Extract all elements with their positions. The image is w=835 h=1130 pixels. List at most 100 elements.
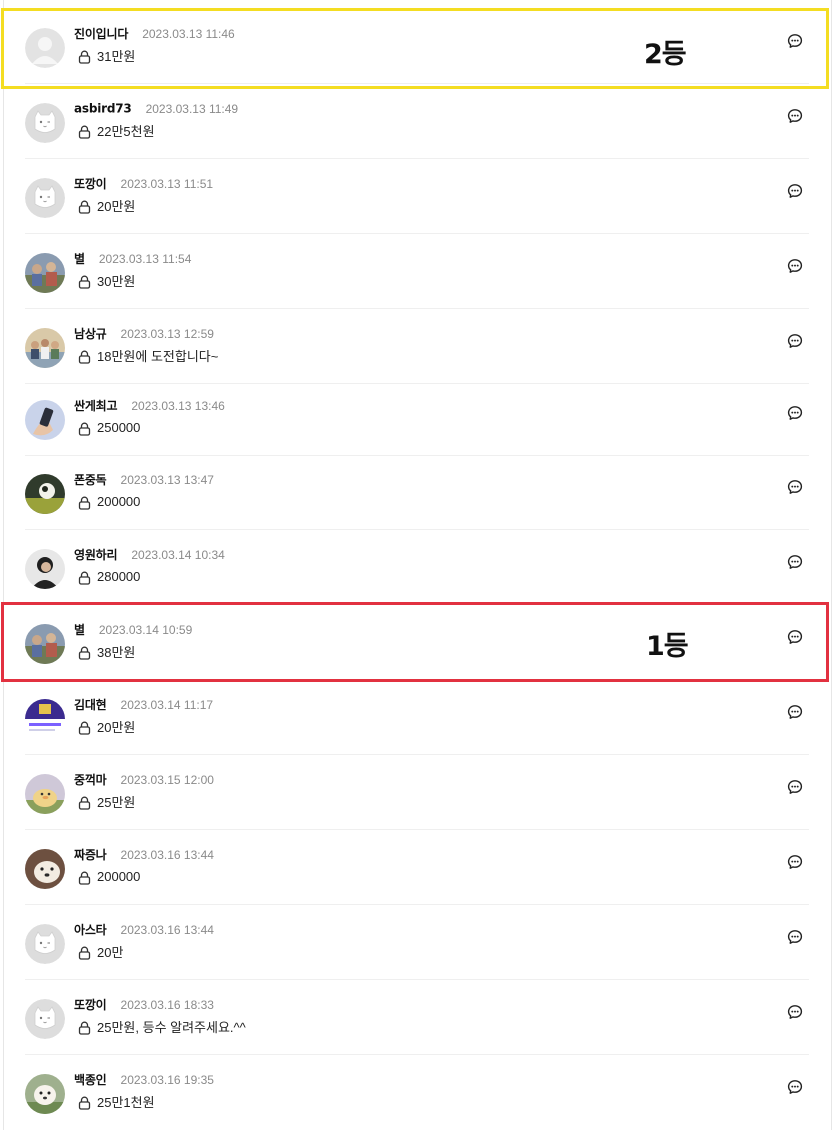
- comment-text: 25만1천원: [97, 1095, 155, 1110]
- second-place-label: 2등: [644, 39, 687, 70]
- avatar[interactable]: [25, 924, 65, 964]
- lock-icon: [78, 495, 91, 510]
- comment-text: 25만원: [97, 795, 136, 810]
- author-name[interactable]: 짜증나: [74, 848, 107, 862]
- comment-meta: 아스타 2023.03.16 13:44: [74, 919, 214, 938]
- speech-bubble-icon[interactable]: [787, 1079, 803, 1095]
- avatar[interactable]: [25, 103, 65, 143]
- avatar[interactable]: [25, 549, 65, 589]
- comment-meta: asbird73 2023.03.13 11:49: [74, 98, 238, 116]
- comment-meta: 진이입니다 2023.03.13 11:46: [74, 23, 235, 42]
- avatar[interactable]: [25, 699, 65, 739]
- lock-icon: [78, 349, 91, 364]
- speech-bubble-icon[interactable]: [787, 108, 803, 124]
- comment-body: 18만원에 도전합니다~: [78, 345, 218, 364]
- comment-row: 중꺽마 2023.03.15 12:00 25만원: [25, 755, 809, 830]
- speech-bubble-icon[interactable]: [787, 554, 803, 570]
- comment-meta: 김대현 2023.03.14 11:17: [74, 694, 214, 713]
- lock-icon: [78, 720, 91, 735]
- comment-meta: 별 2023.03.14 10:59: [74, 619, 193, 638]
- avatar[interactable]: [25, 28, 65, 68]
- lock-icon: [78, 421, 91, 436]
- lock-icon: [78, 1095, 91, 1110]
- speech-bubble-icon[interactable]: [787, 704, 803, 720]
- comment-row: 김대현 2023.03.14 11:17 20만원: [25, 680, 809, 755]
- comment-body: 38만원: [78, 641, 136, 660]
- lock-icon: [78, 49, 91, 64]
- author-name[interactable]: 싼게최고: [74, 399, 118, 413]
- author-name[interactable]: 폰중독: [74, 473, 107, 487]
- comment-row: 별 2023.03.13 11:54 30만원: [25, 234, 809, 309]
- speech-bubble-icon[interactable]: [787, 479, 803, 495]
- avatar[interactable]: [25, 474, 65, 514]
- avatar[interactable]: [25, 1074, 65, 1114]
- author-name[interactable]: 또깡이: [74, 177, 107, 191]
- comment-meta: 싼게최고 2023.03.13 13:46: [74, 395, 225, 414]
- author-name[interactable]: 백종인: [74, 1073, 107, 1087]
- comment-date: 2023.03.14 11:17: [120, 697, 214, 712]
- avatar[interactable]: [25, 178, 65, 218]
- comment-body: 25만1천원: [78, 1091, 155, 1110]
- comment-text: 20만원: [97, 720, 136, 735]
- speech-bubble-icon[interactable]: [787, 629, 803, 645]
- speech-bubble-icon[interactable]: [787, 779, 803, 795]
- avatar[interactable]: [25, 253, 65, 293]
- comment-text: 25만원, 등수 알려주세요.^^: [97, 1020, 246, 1035]
- comment-date: 2023.03.13 13:47: [120, 472, 214, 487]
- speech-bubble-icon[interactable]: [787, 258, 803, 274]
- avatar[interactable]: [25, 774, 65, 814]
- comment-body: 20만: [78, 941, 123, 960]
- avatar[interactable]: [25, 624, 65, 664]
- comment-date: 2023.03.14 10:59: [98, 622, 193, 637]
- avatar[interactable]: [25, 849, 65, 889]
- lock-icon: [78, 645, 91, 660]
- speech-bubble-icon[interactable]: [787, 929, 803, 945]
- author-name[interactable]: asbird73: [74, 102, 132, 116]
- speech-bubble-icon[interactable]: [787, 183, 803, 199]
- comment-date: 2023.03.16 18:33: [120, 997, 214, 1012]
- speech-bubble-icon[interactable]: [787, 854, 803, 870]
- comment-body: 31만원: [78, 45, 136, 64]
- comment-text: 31만원: [97, 49, 136, 64]
- comment-row: asbird73 2023.03.13 11:49 22만5천원: [25, 84, 809, 159]
- first-place-label: 1등: [646, 631, 689, 662]
- comment-text: 38만원: [97, 645, 136, 660]
- comment-body: 250000: [78, 417, 140, 436]
- comment-date: 2023.03.15 12:00: [120, 772, 214, 787]
- comment-row: 싼게최고 2023.03.13 13:46 250000: [25, 381, 809, 456]
- comment-row: 백종인 2023.03.16 19:35 25만1천원: [25, 1055, 809, 1130]
- avatar[interactable]: [25, 999, 65, 1039]
- comment-date: 2023.03.13 13:46: [131, 398, 225, 413]
- comment-date: 2023.03.13 11:49: [145, 101, 239, 116]
- comment-meta: 또깡이 2023.03.16 18:33: [74, 994, 214, 1013]
- comment-date: 2023.03.16 19:35: [120, 1072, 214, 1087]
- comment-row: 남상규 2023.03.13 12:59 18만원에 도전합니다~: [25, 309, 809, 384]
- comment-meta: 별 2023.03.13 11:54: [74, 248, 191, 267]
- author-name[interactable]: 또깡이: [74, 998, 107, 1012]
- comment-date: 2023.03.16 13:44: [120, 847, 214, 862]
- speech-bubble-icon[interactable]: [787, 1004, 803, 1020]
- comment-text: 200000: [97, 494, 141, 509]
- author-name[interactable]: 별: [74, 252, 85, 266]
- comment-date: 2023.03.13 11:51: [120, 176, 214, 191]
- lock-icon: [78, 199, 91, 214]
- speech-bubble-icon[interactable]: [787, 405, 803, 421]
- avatar[interactable]: [25, 328, 65, 368]
- author-name[interactable]: 영원하리: [74, 548, 118, 562]
- comment-row: 또깡이 2023.03.13 11:51 20만원: [25, 159, 809, 234]
- speech-bubble-icon[interactable]: [787, 333, 803, 349]
- comment-body: 30만원: [78, 270, 135, 289]
- lock-icon: [78, 570, 91, 585]
- speech-bubble-icon[interactable]: [787, 33, 803, 49]
- comment-body: 22만5천원: [78, 120, 155, 139]
- author-name[interactable]: 진이입니다: [74, 27, 128, 41]
- avatar[interactable]: [25, 400, 65, 440]
- comment-body: 25만원, 등수 알려주세요.^^: [78, 1016, 246, 1035]
- author-name[interactable]: 중꺽마: [74, 773, 107, 787]
- author-name[interactable]: 별: [74, 623, 85, 637]
- comment-text: 200000: [97, 869, 141, 884]
- author-name[interactable]: 김대현: [74, 698, 107, 712]
- comment-text: 22만5천원: [97, 124, 155, 139]
- author-name[interactable]: 아스타: [74, 923, 107, 937]
- author-name[interactable]: 남상규: [74, 327, 107, 341]
